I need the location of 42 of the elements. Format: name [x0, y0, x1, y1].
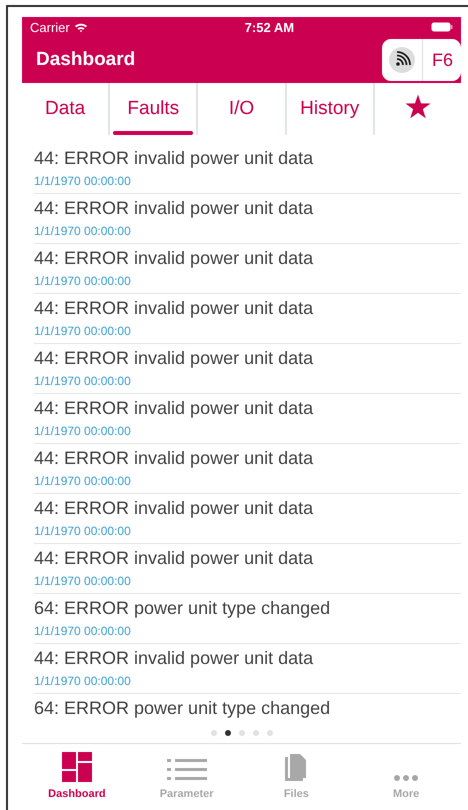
fault-message: 64: ERROR power unit type changed — [34, 598, 332, 619]
files-icon — [285, 754, 308, 782]
fault-message: 64: ERROR power unit type changed — [34, 698, 332, 719]
star-icon — [404, 94, 431, 118]
page-dot[interactable] — [224, 730, 230, 736]
fault-message: 44: ERROR invalid power unit data — [34, 348, 314, 369]
fault-message: 44: ERROR invalid power unit data — [34, 548, 314, 569]
fault-timestamp: 1/1/1970 00:00:00 — [34, 274, 132, 288]
time-label: 7:52 AM — [244, 20, 294, 34]
fault-message: 44: ERROR invalid power unit data — [34, 498, 314, 519]
fault-message: 44: ERROR invalid power unit data — [34, 298, 314, 319]
grid-icon — [62, 752, 92, 782]
screen-title: Dashboard — [36, 49, 136, 71]
carrier-label: Carrier — [30, 20, 70, 34]
fault-message: 44: ERROR invalid power unit data — [34, 198, 314, 219]
more-icon — [393, 774, 420, 782]
fault-message: 44: ERROR invalid power unit data — [34, 648, 314, 669]
device-label: F6 — [422, 39, 461, 81]
page-dot[interactable] — [210, 730, 216, 736]
fault-message: 44: ERROR invalid power unit data — [34, 248, 314, 269]
fault-timestamp: 1/1/1970 00:00:00 — [34, 474, 132, 488]
fault-timestamp: 1/1/1970 00:00:00 — [34, 524, 132, 538]
connection-control[interactable]: F6 — [382, 39, 461, 81]
fault-timestamp: 1/1/1970 00:00:00 — [34, 224, 132, 238]
fault-timestamp: 1/1/1970 00:00:00 — [34, 624, 132, 638]
signal-icon[interactable] — [388, 46, 416, 74]
battery-icon — [430, 22, 453, 32]
page-dot[interactable] — [238, 730, 244, 736]
fault-message: 44: ERROR invalid power unit data — [34, 448, 314, 469]
fault-timestamp: 1/1/1970 00:00:00 — [34, 374, 132, 388]
list-icon — [166, 758, 207, 782]
fault-timestamp: 1/1/1970 00:00:00 — [34, 674, 132, 688]
fault-timestamp: 1/1/1970 00:00:00 — [34, 424, 132, 438]
tab[interactable]: Faults — [110, 83, 198, 135]
fault-timestamp: 1/1/1970 00:00:00 — [34, 324, 132, 338]
fault-timestamp: 1/1/1970 00:00:00 — [34, 174, 132, 188]
fault-message: 44: ERROR invalid power unit data — [34, 398, 314, 419]
fault-timestamp: 1/1/1970 00:00:00 — [34, 574, 132, 588]
page-dot[interactable] — [266, 730, 272, 736]
fault-message: 44: ERROR invalid power unit data — [34, 148, 314, 169]
wifi-icon — [74, 22, 88, 32]
page-dot[interactable] — [252, 730, 258, 736]
